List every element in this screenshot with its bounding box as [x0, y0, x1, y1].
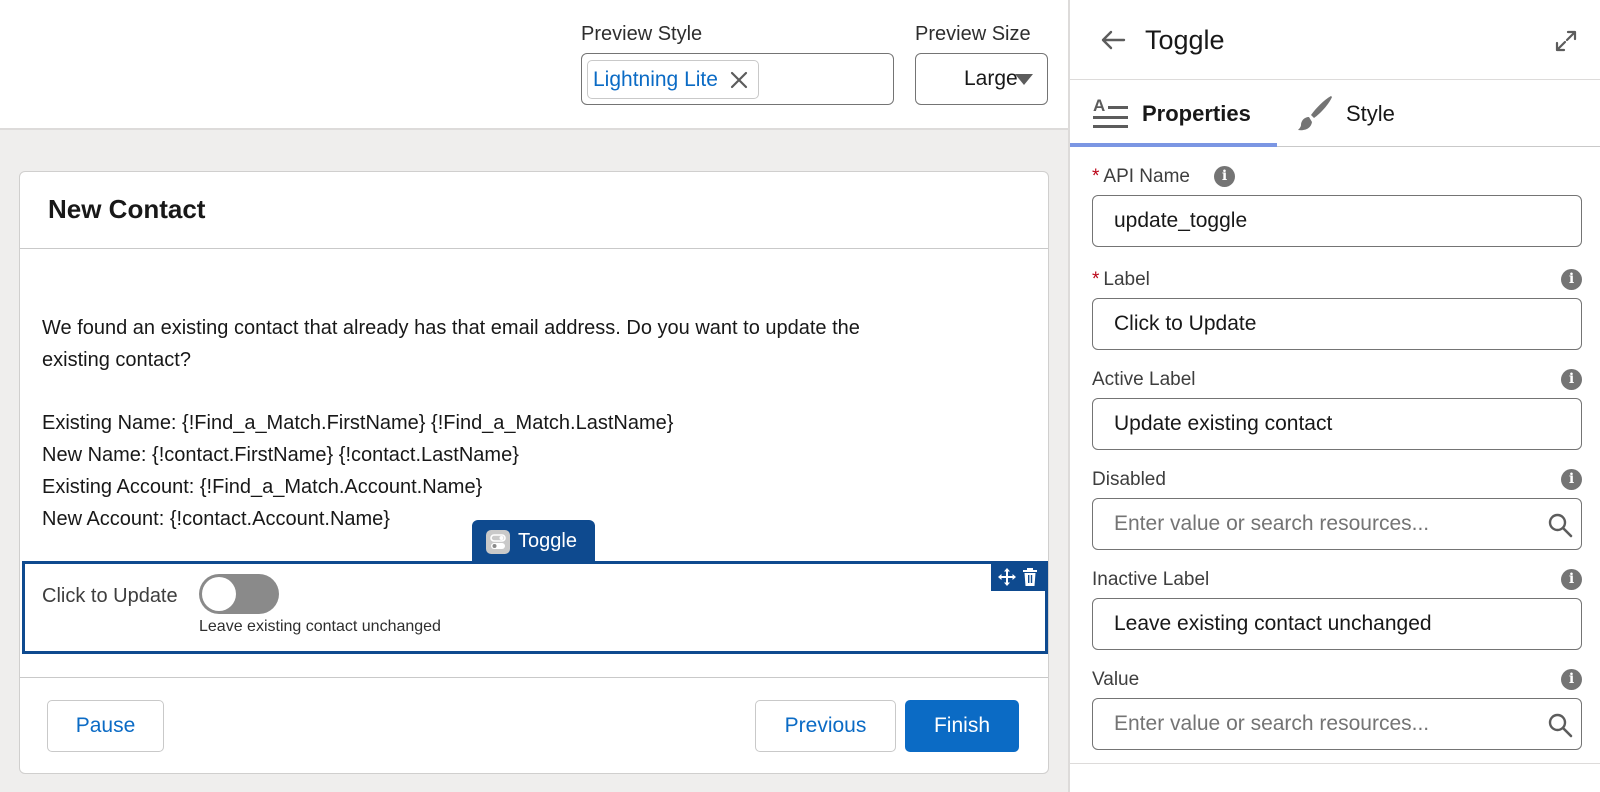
tab-style[interactable]: Style [1288, 80, 1448, 147]
search-icon[interactable] [1547, 512, 1573, 538]
tab-properties-label: Properties [1142, 101, 1251, 126]
detail-line-existing-account: Existing Account: {!Find_a_Match.Account… [42, 476, 483, 498]
preview-style-pill-label: Lightning Lite [593, 68, 718, 91]
panel-tabs: A Properties Style [1070, 80, 1600, 147]
flow-canvas: Preview Style Lightning Lite Preview Siz… [0, 0, 1068, 792]
toggle-label: Click to Update [42, 585, 178, 607]
api-name-input[interactable]: update_toggle [1092, 195, 1582, 247]
label-label-text: Label [1103, 269, 1150, 290]
search-icon[interactable] [1547, 712, 1573, 738]
move-icon[interactable] [997, 567, 1017, 587]
close-icon[interactable] [728, 69, 750, 91]
component-tab-label: Toggle [518, 530, 577, 552]
message-line: existing contact? [42, 349, 191, 371]
pause-button[interactable]: Pause [47, 700, 164, 752]
tab-properties[interactable]: A Properties [1070, 80, 1277, 147]
selected-toggle-component[interactable]: Click to Update Leave existing contact u… [22, 561, 1048, 654]
detail-line-existing-name: Existing Name: {!Find_a_Match.FirstName}… [42, 412, 674, 434]
divider [1070, 763, 1600, 764]
divider [20, 677, 1048, 678]
inactive-label-label: Inactive Label [1092, 569, 1210, 590]
svg-text:A: A [1093, 96, 1105, 115]
tab-style-label: Style [1346, 101, 1395, 126]
info-icon[interactable]: i [1561, 569, 1582, 590]
value-input[interactable]: Enter value or search resources... [1092, 698, 1582, 750]
preview-size-value: Large [964, 67, 1018, 90]
info-icon[interactable]: i [1561, 369, 1582, 390]
properties-panel: Toggle A Properties Style * API Name i up… [1068, 0, 1600, 792]
previous-button[interactable]: Previous [755, 700, 896, 752]
preview-style-label: Preview Style [581, 23, 703, 45]
required-marker: * [1092, 269, 1100, 290]
detail-line-new-account: New Account: {!contact.Account.Name} [42, 508, 390, 530]
info-icon[interactable]: i [1561, 269, 1582, 290]
screen-title: New Contact [48, 194, 206, 224]
info-icon[interactable]: i [1561, 469, 1582, 490]
label-input[interactable]: Click to Update [1092, 298, 1582, 350]
label-label: * Label [1092, 269, 1150, 291]
detail-line-new-name: New Name: {!contact.FirstName} {!contact… [42, 444, 519, 466]
info-icon[interactable]: i [1214, 166, 1235, 187]
api-name-label: * API Name [1092, 166, 1190, 188]
preview-size-select[interactable]: Large [915, 53, 1048, 105]
info-icon[interactable]: i [1561, 669, 1582, 690]
required-marker: * [1092, 166, 1100, 187]
preview-style-combobox[interactable]: Lightning Lite [581, 53, 894, 105]
text-lines-icon: A [1093, 96, 1128, 128]
component-actions [991, 563, 1046, 591]
divider [20, 248, 1048, 249]
panel-title: Toggle [1145, 25, 1225, 55]
chevron-down-icon [1015, 74, 1033, 85]
active-label-input[interactable]: Update existing contact [1092, 398, 1582, 450]
toggle-state-caption: Leave existing contact unchanged [199, 618, 441, 635]
delete-icon[interactable] [1021, 567, 1039, 587]
expand-icon[interactable] [1554, 29, 1578, 53]
back-arrow-icon[interactable] [1100, 29, 1126, 51]
preview-size-label: Preview Size [915, 23, 1031, 45]
message-line: We found an existing contact that alread… [42, 317, 860, 339]
disabled-input[interactable]: Enter value or search resources... [1092, 498, 1582, 550]
preview-style-pill[interactable]: Lightning Lite [587, 60, 759, 99]
active-label-label: Active Label [1092, 369, 1196, 390]
inactive-label-input[interactable]: Leave existing contact unchanged [1092, 598, 1582, 650]
panel-header: Toggle [1070, 0, 1600, 80]
paintbrush-icon [1298, 96, 1332, 131]
value-input-placeholder: Enter value or search resources... [1114, 712, 1430, 735]
disabled-input-placeholder: Enter value or search resources... [1114, 512, 1430, 535]
finish-button[interactable]: Finish [905, 700, 1019, 752]
disabled-label: Disabled [1092, 469, 1166, 490]
toggle-knob [202, 577, 236, 611]
toggle-component-icon [486, 530, 510, 554]
component-tab-toggle[interactable]: Toggle [472, 520, 595, 562]
screen-card: New Contact We found an existing contact… [19, 171, 1049, 774]
api-name-label-text: API Name [1103, 166, 1190, 187]
preview-toolbar: Preview Style Lightning Lite Preview Siz… [0, 0, 1068, 130]
value-label: Value [1092, 669, 1140, 690]
toggle-switch[interactable] [199, 574, 279, 614]
